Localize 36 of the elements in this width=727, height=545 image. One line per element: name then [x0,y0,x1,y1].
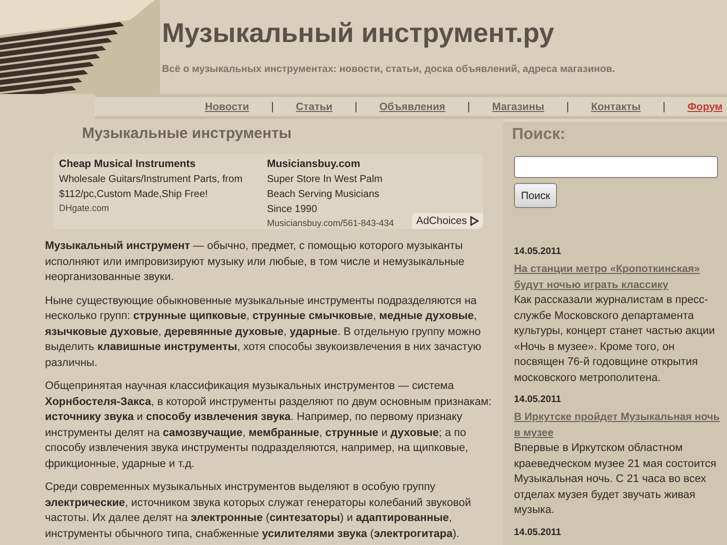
search-field[interactable] [514,156,718,178]
article-paragraph: Общепринятая научная классификация музыкальных инструментов — система Хорнбостеля-Закса, в которой инструменты разделяют по двум основным признакам: источнику звука и способу извлечения звука. Например, по первому признаку инструменты делят на самозвучащие, мембранные, струнные и духовые; а по способу извлечения звука инструменты подразделяются, например, на щипковые, фрикционные, ударные и т.д. [45,379,492,472]
site-title: Музыкальный инструмент.ру [162,18,556,49]
nav-separator: | [662,100,666,112]
site-tagline: Всё о музыкальных инструментах: новости, статьи, доска объявлений, адреса магазинов. [162,64,615,75]
search-button[interactable]: Поиск [514,183,558,208]
article-heading: Музыкальные инструменты [82,125,293,142]
nav-link[interactable]: Форум [687,100,723,112]
news-date: 14.05.2011 [514,246,562,257]
article-paragraph: Музыкальный инструмент — обычно, предмет, с помощью которого музыканты исполняют или импровизируют музыку или любые, в том числе и немузыкальные неорганизованные звуки. [45,239,466,285]
ad-url[interactable]: Musiciansbuy.com/561-843-434 [267,217,402,229]
news-title-link[interactable]: В Иркутске пройдет Музыкальная ночь в музее [514,409,727,441]
nav-separator: | [467,100,470,112]
news-date: 14.05.2011 [514,394,562,405]
nav-separator: | [566,100,570,112]
news-title-link[interactable]: На станции метро «Кропоткинская» будут ночью играть классику [514,261,727,293]
search-heading: Поиск: [512,126,566,144]
adchoices-link[interactable]: AdChoices [412,213,483,229]
news-text: Как рассказали журналистам в пресс-службе Московского департамента культуры, концерт станет частью акции «Ночь в музее». Кроме того, он посвящен 76-й годовщине открытия московского метрополитена. [514,293,716,386]
nav-link[interactable]: Новости [205,100,250,112]
article-paragraph: Ныне существующие обыкновенные музыкальные инструменты подразделяются на несколько групп: струнные щипковые, струнные смычковые, медные духовые, язычковые духовые, деревянные духовые, ударные. В отдельную группу можно выделить клавишные инструменты, хотя способы звукоизвлечения в них зачастую различны. [45,294,482,370]
nav-separator: | [354,100,358,112]
ad-title[interactable]: Musiciansbuy.com [267,157,402,172]
play-triangle-icon [470,216,479,226]
nav-separator: | [271,100,274,112]
nav-link[interactable]: Контакты [591,100,641,112]
article-paragraph: Среди современных музыкальных инструментов выделяют в особую группу электрические, источником звука которых служат генераторы колебаний звуковой частоты. Их далее делят на электронные (синтезаторы) и адаптированные, инструменты обычного типа, снабженные усилителями звука (электрогитара). [45,480,472,542]
nav-link[interactable]: Статьи [296,100,333,112]
news-text: Впервые в Иркутском областном краеведческом музее 21 мая состоится Музыкальная ночь. С 21 часа во всех отделах музея будет звучать живая музыка. [514,441,718,518]
news-date: 14.05.2011 [514,526,562,538]
ad-title[interactable]: Cheap Musical Instruments [59,157,259,172]
ad-url[interactable]: DHgate.com [59,202,259,214]
ad-text: Wholesale Guitars/Instrument Parts, from $112/pc,Custom Made,Ship Free! [59,173,244,202]
ad-text: Super Store In West Palm Beach Serving Musicians Since 1990 [267,173,384,217]
nav-link[interactable]: Объявления [379,100,446,112]
nav-link[interactable]: Магазины [492,100,544,112]
